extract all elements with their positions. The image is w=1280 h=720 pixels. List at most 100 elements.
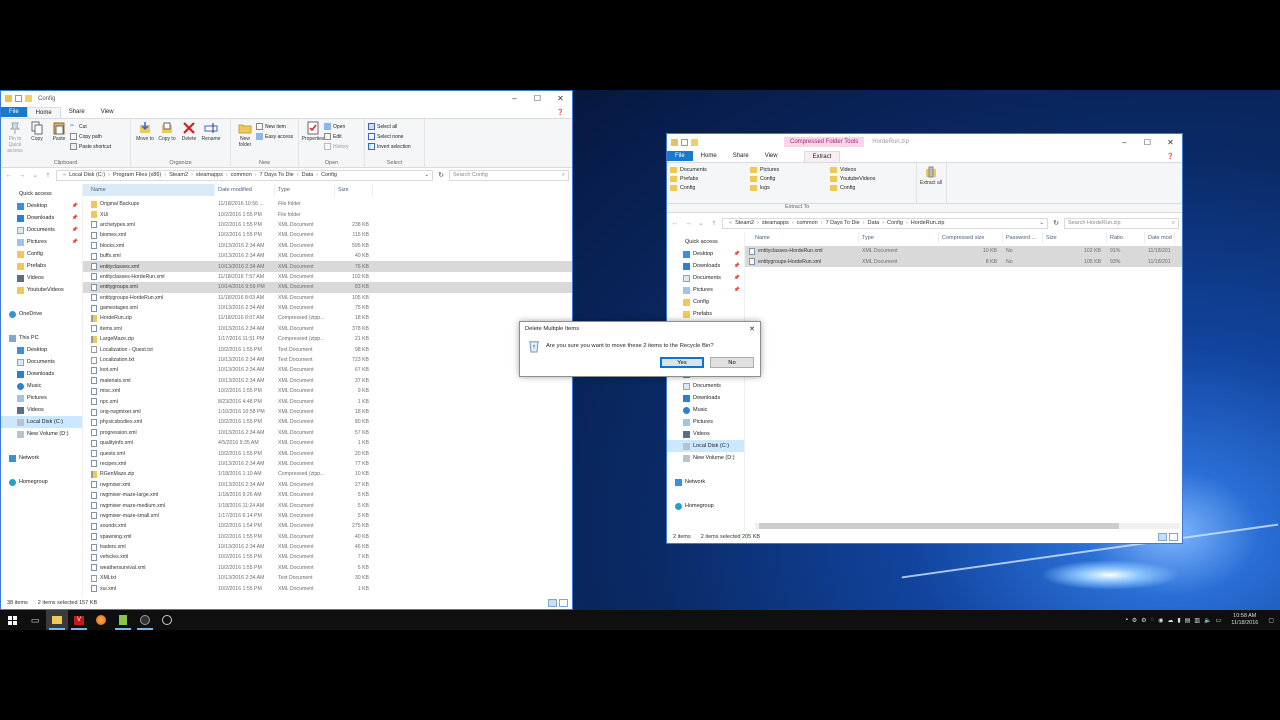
nav-item[interactable]: Pictures [667, 416, 744, 428]
column-ratio[interactable]: Ratio [1107, 232, 1145, 244]
nav-item[interactable]: Music [1, 380, 82, 392]
column-size[interactable]: Size [1043, 232, 1107, 244]
file-row[interactable]: LargeMaze.zip 1/17/2016 11:51 PM Compresse… [83, 334, 572, 344]
nav-item[interactable]: Config [667, 296, 744, 308]
extract-destination-item[interactable]: Config [830, 183, 910, 192]
recent-locations-icon[interactable]: ⌄ [30, 171, 40, 179]
close-button[interactable]: ✕ [1159, 138, 1182, 147]
tab-share[interactable]: Share [61, 107, 93, 117]
address-bar[interactable]: «Steam2 › steamapps › common › 7 Days To Die › D… [722, 217, 1048, 229]
nav-item[interactable]: Downloads [667, 392, 744, 404]
language-icon[interactable]: ▭ [1216, 617, 1222, 624]
tab-file[interactable]: File [667, 151, 693, 161]
forward-arrow-icon[interactable]: → [683, 220, 693, 227]
column-date-modified[interactable]: Date modified [215, 184, 275, 196]
nav-item[interactable]: Documents 📌 [667, 272, 744, 284]
select-all-button[interactable]: Select all [368, 122, 411, 131]
yes-button[interactable]: Yes [660, 357, 704, 368]
breadcrumb-separator-icon[interactable]: › [863, 220, 865, 226]
file-row[interactable]: rwgmixer-maze-small.xml 1/17/2016 6:14 PM… [83, 511, 572, 521]
breadcrumb-separator-icon[interactable]: › [191, 172, 193, 178]
address-dropdown-icon[interactable]: ⌄ [424, 172, 429, 178]
nav-item[interactable]: Network [1, 452, 82, 464]
breadcrumb-item[interactable]: Data [302, 172, 314, 178]
refresh-icon[interactable]: ↻ [1051, 219, 1061, 227]
extract-destination-item[interactable]: Pictures [750, 165, 830, 174]
tray-app-icon[interactable]: ▪ [1126, 617, 1128, 623]
open-button[interactable]: Open [324, 122, 349, 131]
horizontal-scrollbar[interactable] [755, 523, 1180, 529]
nav-item[interactable]: Local Disk (C:) [1, 416, 82, 428]
breadcrumb-item[interactable]: Config [887, 220, 903, 226]
minimize-button[interactable]: – [503, 94, 526, 103]
nav-item[interactable]: Documents [667, 380, 744, 392]
tray-steam-icon[interactable]: ◉ [1158, 617, 1163, 624]
breadcrumb-separator-icon[interactable]: › [821, 220, 823, 226]
breadcrumb-item[interactable]: Program Files (x86) [113, 172, 161, 178]
file-row[interactable]: XMLtxt 10/13/2016 2:34 AM Text Document 30 … [83, 573, 572, 583]
breadcrumb-item[interactable]: common [231, 172, 252, 178]
nav-item[interactable]: Documents 📌 [1, 224, 82, 236]
large-icons-view-icon[interactable] [559, 599, 568, 607]
breadcrumb-separator-icon[interactable]: › [316, 172, 318, 178]
file-row[interactable]: buffs.xml 10/13/2016 2:34 AM XML Document 4… [83, 251, 572, 261]
file-row[interactable]: quests.xml 10/2/2016 1:55 PM XML Document 2… [83, 448, 572, 458]
file-row[interactable]: traders.xml 10/13/2016 2:34 AM XML Documen… [83, 542, 572, 552]
navigation-pane[interactable]: Quick access Desktop 📌 Downloads 📌 Documents 📌… [1, 184, 83, 597]
tray-gear-icon[interactable]: ⚙ [1141, 617, 1146, 624]
breadcrumb-separator-icon[interactable]: › [757, 220, 759, 226]
breadcrumb-item[interactable]: Steam2 [169, 172, 188, 178]
file-row[interactable]: sounds.xml 10/2/2016 1:54 PM XML Document 2… [83, 521, 572, 531]
tab-file[interactable]: File [1, 107, 27, 117]
file-row[interactable]: blocks.xml 10/13/2016 2:34 AM XML Document… [83, 241, 572, 251]
nav-item[interactable]: Quick access [1, 188, 82, 200]
title-bar[interactable]: Config – ☐ ✕ [1, 91, 572, 106]
edit-button[interactable]: Edit [324, 132, 349, 141]
extract-destination-item[interactable]: Documents [670, 165, 750, 174]
recent-locations-icon[interactable]: ⌄ [696, 219, 706, 227]
breadcrumb-item[interactable]: common [797, 220, 818, 226]
file-row[interactable]: RGenMaze.zip 1/18/2016 1:10 AM Compressed … [83, 469, 572, 479]
tray-sync-icon[interactable]: ◌ [1151, 617, 1155, 623]
pin-icon[interactable]: 📌 [734, 287, 740, 293]
tray-network2-icon[interactable]: ▥ [1194, 617, 1200, 624]
search-box[interactable]: Search HordeRun.zip ⌕ [1064, 217, 1179, 229]
steam-icon[interactable] [156, 610, 178, 630]
breadcrumb-item[interactable]: Data [868, 220, 880, 226]
file-row[interactable]: biomes.xml 10/2/2016 1:55 PM XML Document 1… [83, 230, 572, 240]
nav-item[interactable]: Desktop 📌 [667, 248, 744, 260]
back-arrow-icon[interactable]: ← [4, 172, 14, 179]
breadcrumb-separator-icon[interactable]: › [792, 220, 794, 226]
extract-destination-item[interactable]: Videos [830, 165, 910, 174]
column-size[interactable]: Size [335, 184, 373, 196]
file-row[interactable]: Localization.txt 10/13/2016 2:34 AM Text D… [83, 355, 572, 365]
obs-icon[interactable] [134, 610, 156, 630]
file-list[interactable]: Name Date modified Type Size Original Ba… [83, 184, 572, 597]
file-row[interactable]: Localization - Quest.txt 10/2/2016 1:55 P… [83, 344, 572, 354]
large-icons-view-icon[interactable] [1169, 533, 1178, 541]
column-password[interactable]: Password ... [1003, 232, 1043, 244]
file-row[interactable]: loot.xml 10/13/2016 2:34 AM XML Document 67… [83, 365, 572, 375]
file-row[interactable]: orig-rwgmixer.xml 1/10/2016 10:58 PM XML D… [83, 407, 572, 417]
nav-item[interactable]: Quick access [667, 236, 744, 248]
nav-item[interactable]: Videos [1, 272, 82, 284]
pin-icon[interactable]: 📌 [72, 239, 78, 245]
breadcrumb-item[interactable]: steamapps [196, 172, 223, 178]
back-arrow-icon[interactable]: ← [670, 220, 680, 227]
file-row[interactable]: entityclasses-HordeRun.xml 11/18/2016 7:5… [83, 272, 572, 282]
file-row[interactable]: rwgmixer-maze-medium.xml 1/18/2016 11:24 … [83, 500, 572, 510]
tray-settings-icon[interactable]: ⚙ [1132, 617, 1137, 624]
breadcrumb-separator-icon[interactable]: › [164, 172, 166, 178]
cut-button[interactable]: ✂ Cut [70, 122, 111, 131]
tab-extract[interactable]: Extract [803, 150, 841, 162]
paste-shortcut-button[interactable]: Paste shortcut [70, 142, 111, 151]
extract-destination-item[interactable]: logs [750, 183, 830, 192]
breadcrumb-item[interactable]: 7 Days To Die [260, 172, 294, 178]
nav-item[interactable]: Downloads [1, 368, 82, 380]
nav-item[interactable]: Videos [1, 404, 82, 416]
column-name[interactable]: Name [745, 232, 859, 244]
column-date-modified[interactable]: Date mod [1145, 232, 1175, 244]
breadcrumb-item[interactable]: 7 Days To Die [826, 220, 860, 226]
firefox-icon[interactable] [90, 610, 112, 630]
history-button[interactable]: History [324, 142, 349, 151]
